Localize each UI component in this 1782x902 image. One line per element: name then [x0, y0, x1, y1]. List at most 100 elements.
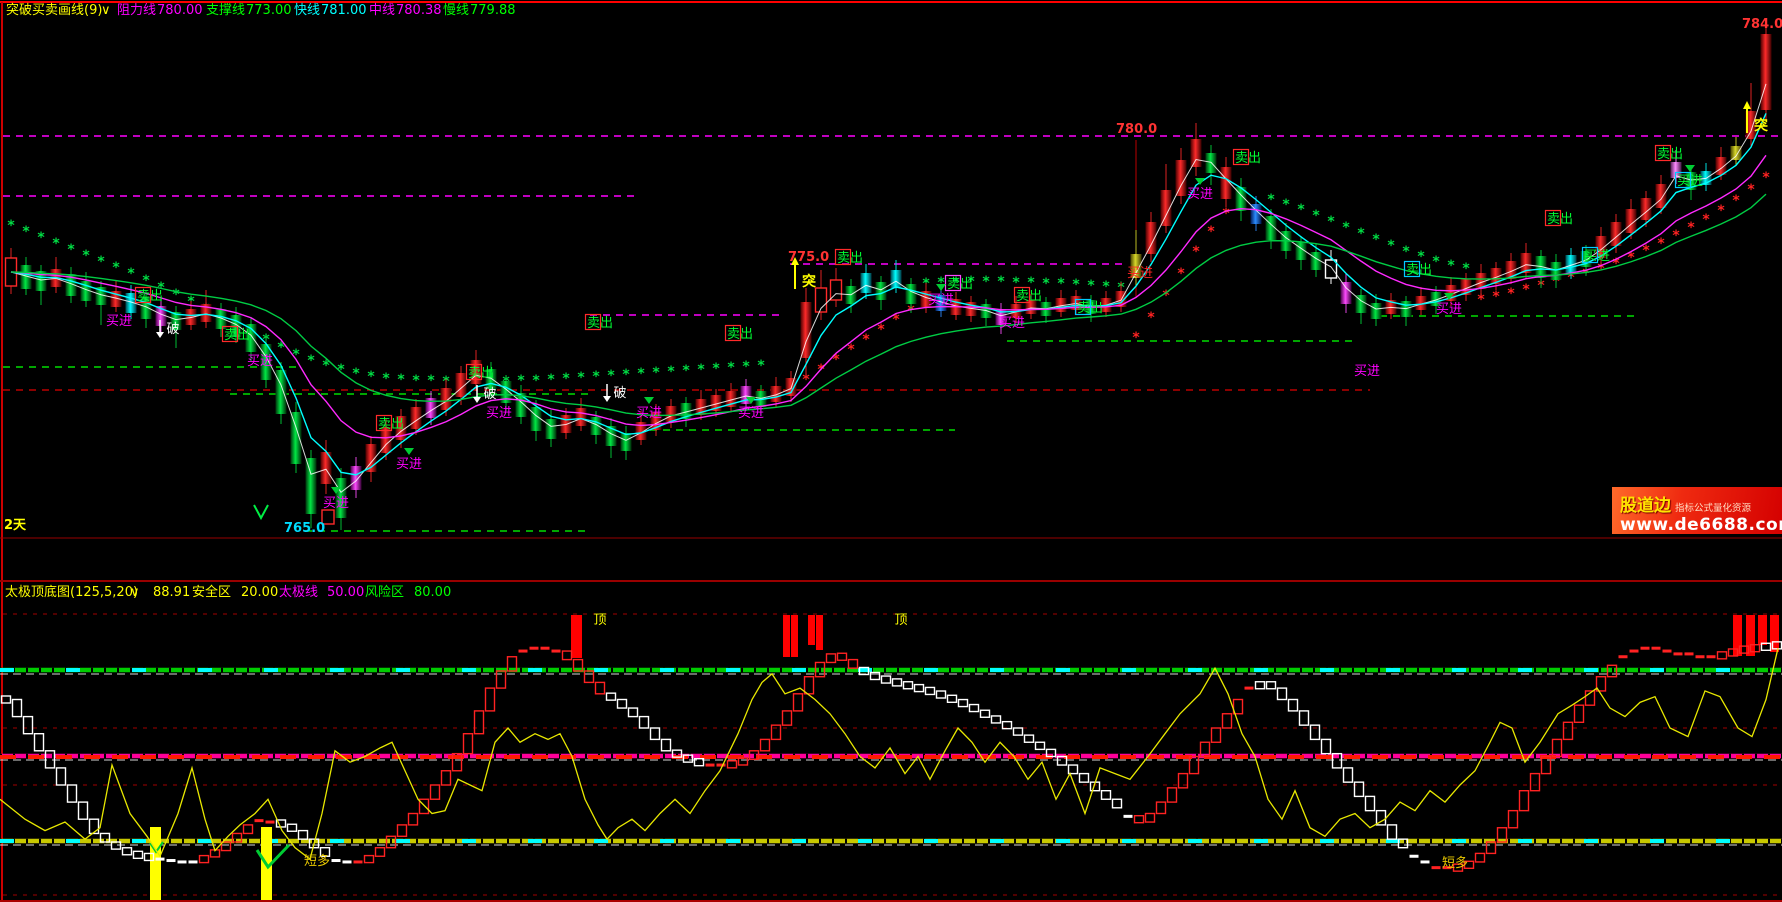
svg-text:*: *: [832, 352, 840, 368]
svg-text:*: *: [82, 248, 90, 264]
safe-zone-label: 安全区: [192, 585, 231, 601]
svg-text:买进: 买进: [247, 354, 273, 369]
svg-text:*: *: [52, 236, 60, 252]
mid-line-value: 780.38: [396, 3, 442, 19]
chart-canvas[interactable]: * * * * * * * * * * * * * * * * * * * * * * * * * * * * * * * * * * * * * * * *…: [0, 0, 1782, 902]
svg-text:*: *: [367, 369, 375, 385]
svg-text:*: *: [652, 365, 660, 381]
svg-text:*: *: [637, 366, 645, 382]
svg-text:*: *: [877, 322, 885, 338]
svg-text:突: 突: [1754, 117, 1768, 134]
svg-text:*: *: [1192, 244, 1200, 260]
svg-text:*: *: [37, 230, 45, 246]
watermark-url: www.de6688.com: [1620, 516, 1776, 534]
svg-text:*: *: [1432, 254, 1440, 270]
sub-indicator-header: 太极顶底图(125,5,20) ∨ 88.91 安全区 20.00 太极线 50…: [0, 585, 1782, 605]
svg-text:*: *: [817, 362, 825, 378]
svg-text:*: *: [682, 363, 690, 379]
svg-text:*: *: [67, 242, 75, 258]
svg-text:*: *: [7, 218, 15, 234]
svg-text:*: *: [1312, 208, 1320, 224]
current-value: 88.91: [153, 585, 190, 601]
svg-text:*: *: [1207, 224, 1215, 240]
svg-text:*: *: [667, 364, 675, 380]
svg-text:*: *: [1057, 276, 1065, 292]
svg-text:买进: 买进: [738, 406, 764, 421]
svg-text:*: *: [1087, 278, 1095, 294]
svg-text:短多: 短多: [1442, 855, 1468, 871]
resistance-label: 阻力线: [117, 3, 156, 19]
watermark-tagline: 指标公式量化资源: [1675, 500, 1751, 514]
risk-zone-label: 风险区: [365, 585, 404, 601]
svg-text:*: *: [1717, 203, 1725, 219]
svg-text:买进: 买进: [486, 406, 512, 421]
svg-text:*: *: [397, 372, 405, 388]
svg-text:破: 破: [483, 387, 496, 402]
svg-text:买进: 买进: [1127, 266, 1153, 281]
svg-text:买进: 买进: [106, 314, 132, 329]
slow-line-label: 慢线: [443, 3, 469, 19]
svg-text:*: *: [1402, 244, 1410, 260]
svg-text:*: *: [1342, 220, 1350, 236]
svg-text:买进: 买进: [323, 496, 349, 511]
svg-text:*: *: [1447, 258, 1455, 274]
svg-text:*: *: [1492, 289, 1500, 305]
svg-text:*: *: [1477, 292, 1485, 308]
svg-text:*: *: [127, 266, 135, 282]
taiji-line-label: 太极线: [279, 585, 318, 601]
svg-text:*: *: [1042, 276, 1050, 292]
sub-indicator-title[interactable]: 太极顶底图(125,5,20): [5, 585, 138, 601]
main-indicator-header: 突破买卖画线(9) ∨ 阻力线 780.00 支撑线 773.00 快线 781…: [0, 3, 1782, 23]
svg-text:*: *: [1762, 170, 1770, 186]
svg-text:780.0: 780.0: [1116, 122, 1157, 137]
svg-text:*: *: [1507, 286, 1515, 302]
svg-text:775.0: 775.0: [788, 250, 829, 265]
svg-text:*: *: [307, 353, 315, 369]
svg-text:*: *: [592, 369, 600, 385]
taiji-line-value: 50.00: [327, 585, 364, 601]
support-value: 773.00: [246, 3, 292, 19]
svg-text:*: *: [577, 370, 585, 386]
svg-text:*: *: [997, 274, 1005, 290]
svg-text:破: 破: [166, 322, 179, 337]
risk-zone-value: 80.00: [414, 585, 451, 601]
svg-text:*: *: [1327, 214, 1335, 230]
svg-text:*: *: [727, 360, 735, 376]
watermark-brand: 股道边: [1620, 491, 1671, 516]
svg-text:*: *: [1282, 197, 1290, 213]
svg-text:*: *: [412, 373, 420, 389]
safe-zone-value: 20.00: [241, 585, 278, 601]
svg-text:*: *: [352, 366, 360, 382]
support-label: 支撑线: [206, 3, 245, 19]
app-window: * * * * * * * * * * * * * * * * * * * * * * * * * * * * * * * * * * * * * * * *…: [0, 0, 1782, 902]
main-indicator-title[interactable]: 突破买卖画线(9): [6, 3, 102, 19]
svg-text:*: *: [1297, 202, 1305, 218]
svg-text:765.0: 765.0: [284, 521, 325, 536]
svg-text:*: *: [1147, 310, 1155, 326]
svg-text:*: *: [1702, 212, 1710, 228]
svg-text:*: *: [1372, 232, 1380, 248]
svg-text:*: *: [382, 371, 390, 387]
svg-text:买进: 买进: [1436, 302, 1462, 317]
svg-text:*: *: [1747, 182, 1755, 198]
chevron-down-icon[interactable]: ∨: [130, 585, 140, 601]
svg-text:*: *: [1732, 193, 1740, 209]
svg-text:*: *: [562, 371, 570, 387]
svg-text:*: *: [1522, 282, 1530, 298]
fast-line-value: 781.00: [321, 3, 367, 19]
resistance-value: 780.00: [157, 3, 203, 19]
svg-text:*: *: [622, 367, 630, 383]
svg-text:买进: 买进: [636, 406, 662, 421]
svg-text:*: *: [1387, 238, 1395, 254]
svg-text:*: *: [982, 274, 990, 290]
svg-text:*: *: [742, 359, 750, 375]
svg-text:*: *: [97, 254, 105, 270]
chevron-down-icon[interactable]: ∨: [101, 3, 111, 19]
fast-line-label: 快线: [294, 3, 320, 19]
svg-text:2天: 2天: [4, 518, 27, 533]
svg-text:短多: 短多: [304, 853, 330, 869]
svg-text:*: *: [1267, 192, 1275, 208]
svg-text:*: *: [1222, 206, 1230, 222]
svg-text:买进: 买进: [396, 457, 422, 472]
svg-text:破: 破: [613, 386, 626, 401]
